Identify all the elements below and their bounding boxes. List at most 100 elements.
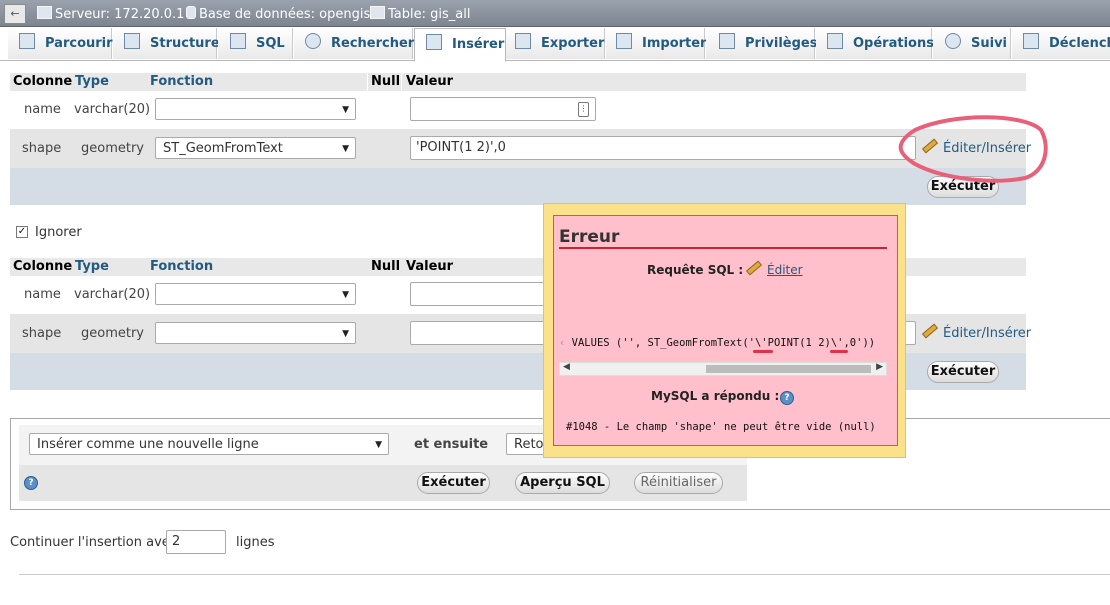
tab-label: Opérations xyxy=(853,36,934,51)
value-input[interactable]: ⋮ xyxy=(410,97,596,121)
function-select[interactable]: ▼ xyxy=(155,98,356,120)
scroll-left-icon[interactable]: ◀ xyxy=(563,362,570,372)
header-type[interactable]: Type xyxy=(75,259,109,274)
column-name: shape xyxy=(22,141,62,156)
breadcrumb-server-label[interactable]: Serveur: 172.20.0.1 » xyxy=(55,7,197,22)
chevron-down-icon: ▼ xyxy=(375,440,382,450)
breadcrumb-database-label[interactable]: Base de données: opengis » xyxy=(199,7,382,22)
tab-label: Exporter xyxy=(541,36,605,51)
function-select[interactable]: ST_GeomFromText ▼ xyxy=(155,137,356,159)
tab-label: Parcourir xyxy=(45,36,113,51)
tab-privileges[interactable]: Privilèges xyxy=(706,28,818,59)
header-type[interactable]: Type xyxy=(75,74,109,89)
eye-icon xyxy=(945,33,961,49)
breadcrumb-table-label[interactable]: Table: gis_all xyxy=(388,7,470,22)
export-icon xyxy=(515,33,531,49)
tab-label: Structure xyxy=(150,36,220,51)
form-footer xyxy=(10,168,1026,205)
column-name: name xyxy=(24,287,61,302)
edit-insert-link[interactable]: Éditer/Insérer xyxy=(921,323,1031,341)
tab-parcourir[interactable]: Parcourir xyxy=(8,28,113,59)
trigger-icon xyxy=(1023,33,1039,49)
structure-icon xyxy=(124,33,140,49)
function-select[interactable]: ▼ xyxy=(155,322,356,344)
help-icon[interactable]: ? xyxy=(24,476,38,490)
divider xyxy=(19,574,1110,575)
continue-prefix: Continuer l'insertion avec xyxy=(10,535,177,550)
tab-structure[interactable]: Structure xyxy=(113,28,220,59)
then-label: et ensuite xyxy=(414,437,489,452)
privileges-icon xyxy=(719,33,735,49)
tab-label: Déclencheurs xyxy=(1049,36,1110,51)
header-valeur: Valeur xyxy=(406,259,454,274)
header-valeur: Valeur xyxy=(406,74,454,89)
tab-rechercher[interactable]: Rechercher xyxy=(294,28,414,59)
error-title-underline xyxy=(559,247,887,249)
mysql-response-label: MySQL a répondu : xyxy=(651,389,780,403)
sql-query-label: Requête SQL : xyxy=(647,263,744,277)
value-input[interactable]: 'POINT(1 2)',0 xyxy=(410,136,916,160)
insert-mode-select[interactable]: Insérer comme une nouvelle ligne ▼ xyxy=(29,433,389,455)
header-colonne: Colonne xyxy=(13,259,73,274)
scroll-right-icon[interactable]: ▶ xyxy=(876,362,883,372)
chevron-down-icon: ▼ xyxy=(342,144,349,154)
tab-inserer[interactable]: Insérer xyxy=(414,28,506,62)
function-select-value: ST_GeomFromText xyxy=(163,141,283,156)
edit-sql-label[interactable]: Éditer xyxy=(767,263,803,277)
header-null: Null xyxy=(371,74,401,89)
execute-button[interactable]: Exécuter xyxy=(927,361,999,383)
function-select[interactable]: ▼ xyxy=(155,283,356,305)
preview-sql-button[interactable]: Aperçu SQL xyxy=(515,472,610,494)
sql-snippet-text: VALUES ('', ST_GeomFromText('\'POINT(1 2… xyxy=(571,337,876,349)
row-count-value: 2 xyxy=(172,534,181,549)
tab-label: Insérer xyxy=(452,37,505,52)
horizontal-scrollbar[interactable]: ◀ ▶ xyxy=(559,362,887,376)
ignore-checkbox[interactable]: ✓ xyxy=(16,226,28,238)
header-null: Null xyxy=(371,259,401,274)
reset-button[interactable]: Réinitialiser xyxy=(634,472,723,494)
server-icon xyxy=(37,6,52,19)
tab-bar: Parcourir Structure SQL Rechercher Insér… xyxy=(0,27,1110,62)
breadcrumb-table[interactable]: Table: gis_all xyxy=(370,6,470,22)
tab-label: SQL xyxy=(256,36,285,51)
table-icon xyxy=(370,6,385,19)
breadcrumb-server[interactable]: Serveur: 172.20.0.1 » xyxy=(37,6,197,22)
divider xyxy=(401,73,402,91)
tab-exporter[interactable]: Exporter xyxy=(506,28,605,59)
column-type: varchar(20) xyxy=(74,102,151,117)
edit-insert-label[interactable]: Éditer/Insérer xyxy=(943,326,1031,341)
wrench-icon xyxy=(827,33,843,49)
column-name: name xyxy=(24,102,61,117)
insert-table-header: Colonne Type Fonction Null Valeur xyxy=(10,73,1026,91)
row-count-input[interactable]: 2 xyxy=(166,530,226,554)
tab-suivi[interactable]: Suivi xyxy=(933,28,1011,59)
pencil-icon xyxy=(921,323,939,339)
scrollbar-thumb[interactable] xyxy=(706,365,871,373)
error-title: Erreur xyxy=(559,227,620,247)
column-type: varchar(20) xyxy=(74,287,151,302)
tab-label: Importer xyxy=(642,36,707,51)
continue-suffix: lignes xyxy=(236,535,275,550)
help-icon[interactable]: ? xyxy=(780,391,794,405)
tab-importer[interactable]: Importer xyxy=(606,28,707,59)
tab-sql[interactable]: SQL xyxy=(218,28,293,59)
divider xyxy=(367,73,368,91)
column-name: shape xyxy=(22,326,62,341)
search-icon xyxy=(305,33,321,49)
collapse-navigation-button[interactable]: ← xyxy=(4,4,26,24)
breadcrumb-database[interactable]: Base de données: opengis » xyxy=(186,6,382,22)
tab-operations[interactable]: Opérations xyxy=(816,28,934,59)
database-icon xyxy=(186,6,196,19)
tab-label: Suivi xyxy=(971,36,1008,51)
import-icon xyxy=(616,33,632,49)
edit-sql-link[interactable]: Éditer xyxy=(745,260,803,277)
header-colonne: Colonne xyxy=(13,74,73,89)
column-type: geometry xyxy=(81,326,145,341)
sql-snippet: ‹ VALUES ('', ST_GeomFromText('\'POINT(1… xyxy=(559,337,876,349)
tab-label: Privilèges xyxy=(745,36,818,51)
field-toggle-icon[interactable]: ⋮ xyxy=(578,102,589,117)
tab-declencheurs[interactable]: Déclencheurs xyxy=(1012,28,1110,59)
insert-icon xyxy=(426,34,442,50)
chevron-down-icon: ▼ xyxy=(342,105,349,115)
execute-button[interactable]: Exécuter xyxy=(417,472,490,494)
